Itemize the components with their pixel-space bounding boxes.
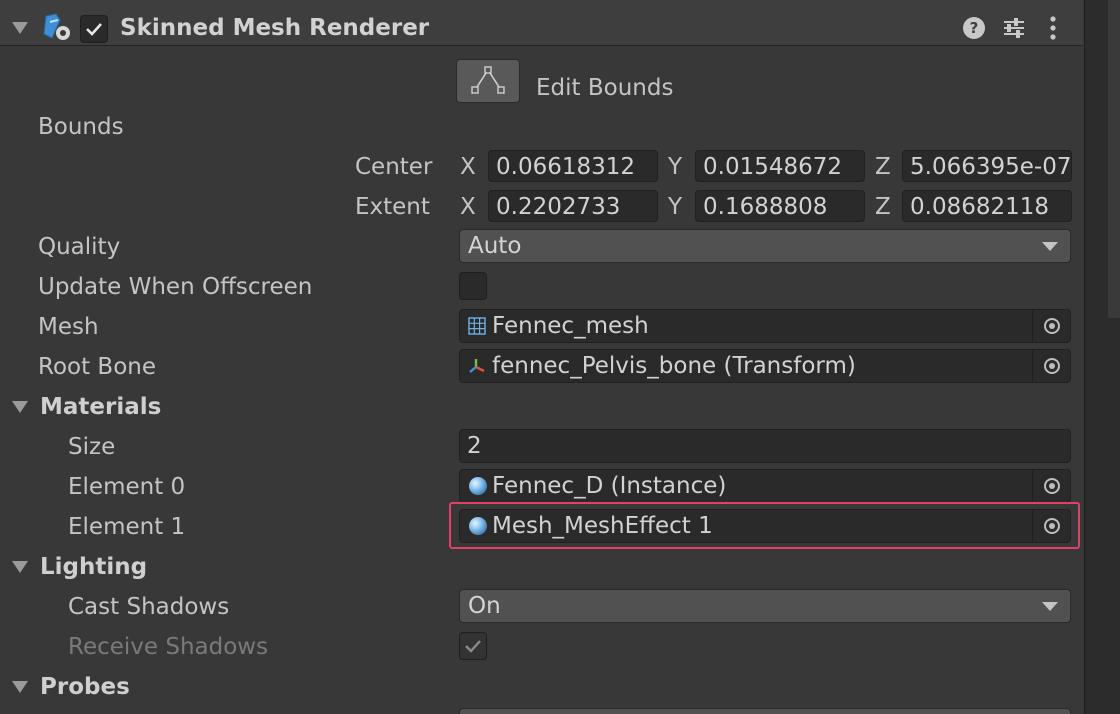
chevron-down-icon — [1042, 602, 1058, 611]
cast-shadows-dropdown[interactable]: On — [459, 589, 1071, 623]
update-offscreen-label: Update When Offscreen — [38, 274, 313, 300]
object-picker-icon — [1043, 358, 1060, 374]
cast-shadows-value: On — [468, 593, 501, 619]
scrollbar-thumb[interactable] — [1108, 0, 1120, 318]
edit-bounds-button[interactable] — [456, 59, 520, 103]
element-0-value: Fennec_D (Instance) — [492, 473, 727, 499]
quality-value: Auto — [468, 233, 522, 259]
mesh-picker-button[interactable] — [1032, 310, 1070, 342]
center-z-field[interactable]: 5.066395e-07 — [902, 150, 1072, 182]
materials-foldout-icon[interactable] — [12, 401, 28, 413]
element-0-object-field[interactable]: Fennec_D (Instance) — [459, 469, 1071, 503]
center-z-label: Z — [875, 154, 891, 180]
receive-shadows-label: Receive Shadows — [68, 634, 269, 660]
transform-axes-icon — [469, 359, 485, 373]
extent-z-label: Z — [875, 194, 891, 220]
presets-icon[interactable] — [1002, 16, 1026, 40]
element-0-picker-button[interactable] — [1032, 470, 1070, 502]
center-y-field[interactable]: 0.01548672 — [695, 150, 865, 182]
more-options-icon[interactable] — [1046, 15, 1060, 41]
bounds-label: Bounds — [38, 114, 124, 140]
receive-shadows-checkbox[interactable] — [459, 632, 487, 660]
mesh-value: Fennec_mesh — [492, 313, 649, 339]
root-bone-object-field[interactable]: fennec_Pelvis_bone (Transform) — [459, 349, 1071, 383]
quality-dropdown[interactable]: Auto — [459, 229, 1071, 263]
component-icon — [40, 12, 72, 42]
check-icon — [465, 640, 481, 653]
cast-shadows-label: Cast Shadows — [68, 594, 230, 620]
center-x-field[interactable]: 0.06618312 — [488, 150, 658, 182]
object-picker-icon — [1043, 318, 1060, 334]
mesh-label: Mesh — [38, 314, 99, 340]
materials-size-label: Size — [68, 434, 116, 460]
highlight-box — [449, 502, 1080, 549]
svg-text:?: ? — [970, 19, 979, 37]
root-bone-label: Root Bone — [38, 354, 156, 380]
material-sphere-icon — [469, 477, 487, 495]
probes-header[interactable]: Probes — [40, 667, 130, 707]
object-picker-icon — [1043, 478, 1060, 494]
extent-y-field[interactable]: 0.1688808 — [695, 190, 865, 222]
element-0-label: Element 0 — [68, 474, 186, 500]
extent-x-label: X — [460, 194, 476, 220]
probes-next-dropdown[interactable] — [459, 708, 1071, 714]
probes-foldout-icon[interactable] — [12, 681, 28, 693]
element-1-label: Element 1 — [68, 514, 186, 540]
component-enabled-checkbox[interactable] — [80, 15, 108, 43]
lighting-header[interactable]: Lighting — [40, 547, 147, 587]
extent-label: Extent — [355, 194, 430, 220]
help-icon[interactable]: ? — [962, 16, 986, 40]
mesh-object-field[interactable]: Fennec_mesh — [459, 309, 1071, 343]
extent-z-field[interactable]: 0.08682118 — [902, 190, 1072, 222]
chevron-down-icon — [1042, 242, 1058, 251]
check-icon — [86, 23, 102, 36]
bounds-edit-icon — [471, 66, 505, 94]
component-foldout-icon[interactable] — [12, 22, 28, 34]
extent-y-label: Y — [668, 194, 683, 220]
root-bone-picker-button[interactable] — [1032, 350, 1070, 382]
root-bone-value: fennec_Pelvis_bone (Transform) — [492, 353, 856, 379]
materials-size-field[interactable]: 2 — [459, 429, 1071, 463]
edit-bounds-label: Edit Bounds — [536, 75, 674, 101]
center-x-label: X — [460, 154, 476, 180]
extent-x-field[interactable]: 0.2202733 — [488, 190, 658, 222]
lighting-foldout-icon[interactable] — [12, 561, 28, 573]
materials-header[interactable]: Materials — [40, 387, 161, 427]
mesh-grid-icon — [468, 317, 486, 335]
update-offscreen-checkbox[interactable] — [459, 272, 487, 300]
center-y-label: Y — [668, 154, 683, 180]
component-title: Skinned Mesh Renderer — [120, 15, 430, 41]
quality-label: Quality — [38, 234, 121, 260]
center-label: Center — [355, 154, 433, 180]
